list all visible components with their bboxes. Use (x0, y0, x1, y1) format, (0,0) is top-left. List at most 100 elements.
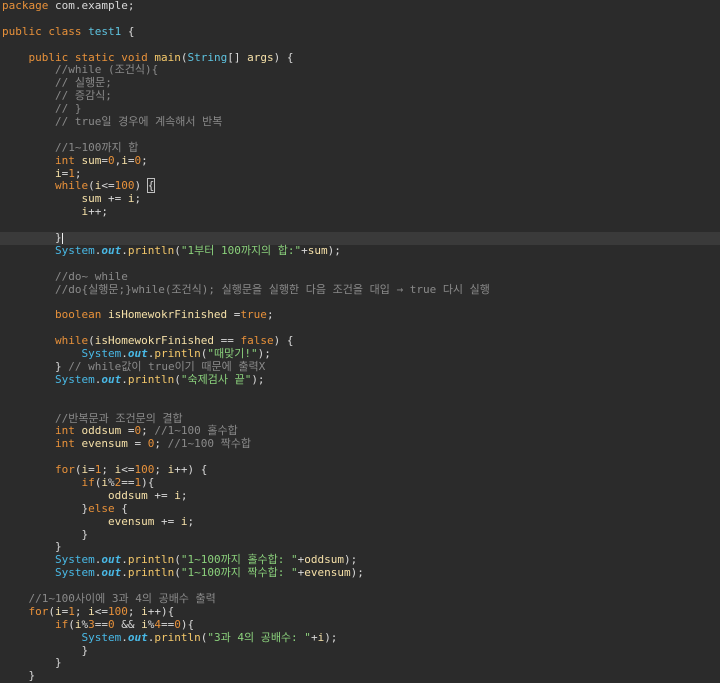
code-token: ( (88, 334, 95, 348)
code-line[interactable]: } (0, 656, 720, 670)
code-line[interactable]: sum += i; (0, 192, 720, 206)
code-editor[interactable]: package com.example; public class test1 {… (0, 0, 720, 683)
code-token: "1부터 100까지의 합:" (180, 243, 302, 257)
code-token: i (141, 604, 148, 618)
code-token: ) { (273, 50, 294, 64)
code-line[interactable]: // 증감식; (0, 89, 720, 103)
code-token: ; (74, 166, 82, 180)
code-line[interactable]: } (0, 644, 720, 658)
code-line[interactable]: int evensum = 0; //1~100 짝수합 (0, 437, 720, 451)
code-token: ) { (273, 334, 294, 348)
code-token: ); (327, 243, 341, 257)
code-token: println (154, 347, 201, 361)
code-token: ( (174, 243, 181, 257)
code-line[interactable]: // true일 경우에 계속해서 반복 (0, 115, 720, 129)
code-line[interactable]: boolean isHomewokrFinished =true; (0, 308, 720, 322)
code-token: i (54, 166, 62, 180)
code-token: ); (344, 553, 358, 567)
code-token: if (81, 475, 95, 489)
code-token: if (54, 617, 69, 631)
code-token: evensum (304, 566, 351, 580)
code-token: com.example; (48, 0, 135, 12)
code-line[interactable] (0, 219, 720, 232)
code-token: println (127, 372, 175, 386)
code-line[interactable]: package com.example; (0, 0, 720, 13)
code-line[interactable]: public class test1 { (0, 25, 720, 39)
code-token: . (121, 372, 128, 386)
code-token: //1~100 홀수합 (154, 424, 238, 438)
code-token: boolean (54, 308, 102, 322)
code-token: ); (350, 566, 364, 580)
code-token: oddsum (107, 488, 148, 502)
code-token: ( (174, 372, 181, 386)
code-token: //반복문과 조건문의 결합 (54, 411, 183, 425)
code-token: out (101, 372, 122, 386)
code-token: + (301, 243, 308, 257)
code-line[interactable]: i++; (0, 205, 720, 219)
code-token: . (121, 347, 128, 361)
code-line[interactable]: System.out.println("3과 4의 공배수: "+i); (0, 630, 720, 645)
code-line[interactable]: } (0, 669, 720, 683)
code-token: ; (101, 463, 115, 477)
code-token: { (114, 501, 128, 515)
code-line[interactable]: System.out.println("1~100까지 짝수합: "+evens… (0, 566, 720, 580)
code-token: out (101, 566, 122, 580)
code-line[interactable] (0, 387, 720, 400)
code-token: == (160, 617, 175, 631)
code-token: ; (154, 437, 168, 451)
code-token: ; (74, 604, 89, 618)
code-token: // 실행문; (54, 76, 112, 90)
code-token: main (154, 50, 181, 64)
code-token: 0 (174, 617, 181, 631)
code-token: "숙제검사 끝" (180, 372, 252, 386)
code-token: // } (54, 102, 82, 116)
code-line[interactable]: } (0, 528, 720, 542)
code-line[interactable]: evensum += i; (0, 515, 720, 529)
code-token: 0 (107, 153, 115, 167)
code-token: evensum (81, 437, 128, 451)
code-token: "때맞기!" (207, 347, 258, 361)
code-token: 1 (68, 604, 75, 618)
code-token: else (88, 501, 115, 515)
code-token: ){ (180, 617, 195, 631)
code-line[interactable]: System.out.println("1부터 100까지의 합:"+sum); (0, 243, 720, 258)
code-token: 3 (88, 617, 95, 631)
code-token: package (2, 0, 49, 12)
code-token: += (147, 488, 175, 502)
code-token: ++) { (174, 463, 208, 477)
code-token: out (101, 553, 122, 567)
code-token: 4 (154, 617, 161, 631)
code-token: i (174, 488, 181, 502)
matched-bracket: { (146, 178, 156, 194)
code-token: ; (141, 153, 148, 167)
code-token: ; (180, 488, 188, 502)
code-line[interactable]: int sum=0,i=0; (0, 153, 720, 168)
code-token: <= (94, 604, 108, 618)
code-token: System (81, 347, 122, 361)
code-token: = (101, 153, 108, 167)
code-token: int (54, 437, 75, 451)
code-token: i (121, 153, 128, 167)
code-token: . (121, 630, 128, 644)
code-token: out (127, 630, 148, 644)
code-token: //1~100사이에 3과 4의 공배수 출력 (28, 591, 216, 605)
code-line[interactable]: //do{실행문;}while(조건식); 실행문을 실행한 다음 조건을 대입… (0, 283, 720, 297)
code-line[interactable]: System.out.println("숙제검사 끝"); (0, 372, 720, 387)
